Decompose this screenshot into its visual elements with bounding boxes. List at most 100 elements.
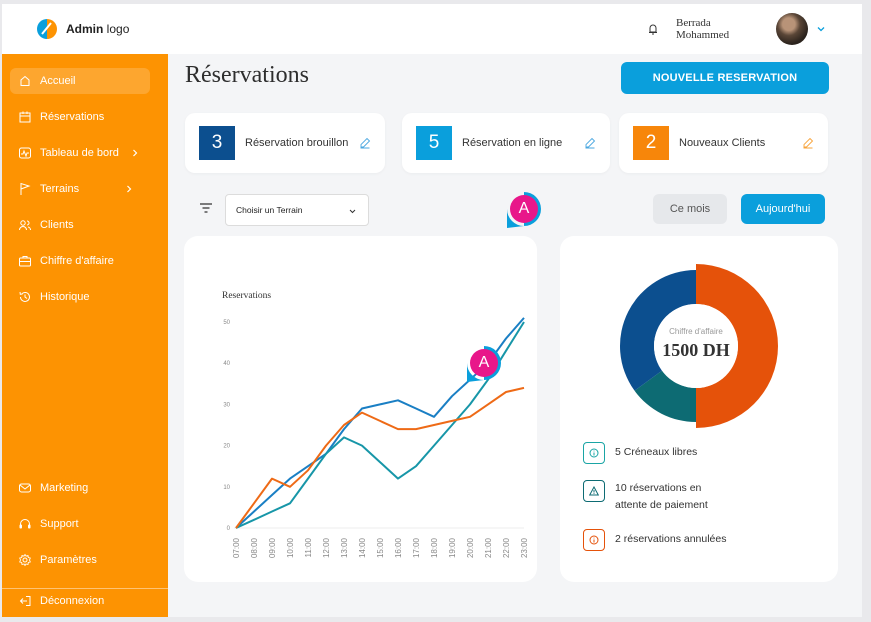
logout-button[interactable]: Déconnexion (10, 588, 150, 614)
annotation-marker: A (504, 190, 544, 230)
user-name: Berrada Mohammed (676, 17, 730, 41)
stat-value: 3 (199, 126, 235, 160)
x-tick-label: 21:00 (484, 537, 493, 558)
user-menu[interactable]: Berrada Mohammed (646, 13, 826, 45)
sidebar-item-label: Clients (40, 219, 74, 231)
sidebar-item-label: Réservations (40, 111, 105, 123)
sidebar-item-label: Tableau de bord (40, 147, 119, 159)
chevron-down-icon[interactable] (816, 24, 826, 34)
y-tick-label: 10 (223, 485, 230, 491)
x-tick-label: 16:00 (394, 537, 403, 558)
y-tick-label: 0 (227, 526, 231, 532)
sidebar: Accueil Réservations Tableau de bord Ter… (2, 54, 168, 617)
x-tick-label: 14:00 (358, 537, 367, 558)
mail-icon (19, 483, 31, 493)
stat-card-en-ligne[interactable]: 5 Réservation en ligne (402, 113, 610, 173)
donut-value: 1500 DH (662, 340, 730, 360)
avatar[interactable] (776, 13, 808, 45)
stat-label: Réservation brouillon (245, 137, 349, 149)
sidebar-item-label: Déconnexion (40, 595, 105, 607)
logo-text: Admin logo (66, 22, 130, 36)
sidebar-item-label: Chiffre d'affaire (40, 255, 114, 267)
sidebar-item-support[interactable]: Support (10, 511, 150, 537)
sidebar-item-label: Terrains (40, 183, 80, 195)
briefcase-icon (19, 256, 31, 267)
logout-icon (19, 596, 31, 606)
filter-icon[interactable] (199, 203, 213, 213)
annotation-marker: A (464, 344, 504, 384)
y-tick-label: 40 (223, 361, 230, 367)
app-window: Admin logo Berrada Mohammed Accueil Rése… (2, 4, 862, 617)
edit-icon[interactable] (802, 137, 814, 149)
x-tick-label: 09:00 (268, 537, 277, 558)
y-tick-label: 30 (223, 402, 230, 408)
flag-icon (20, 182, 31, 195)
x-tick-label: 23:00 (520, 537, 529, 558)
sidebar-item-parametres[interactable]: Paramètres (10, 547, 150, 573)
logo-icon (37, 19, 57, 39)
today-button[interactable]: Aujourd'hui (741, 194, 825, 224)
x-tick-label: 07:00 (232, 537, 241, 558)
x-tick-label: 08:00 (250, 537, 259, 558)
x-tick-label: 17:00 (412, 537, 421, 558)
new-reservation-button[interactable]: NOUVELLE RESERVATION (621, 62, 829, 94)
legend-text: 10 réservations en attente de paiement (615, 482, 708, 511)
warning-icon (583, 480, 605, 502)
edit-icon[interactable] (359, 137, 371, 149)
revenue-donut-chart: Chiffre d'affaire 1500 DH (620, 264, 778, 428)
this-month-button[interactable]: Ce mois (653, 194, 727, 224)
info-icon (583, 442, 605, 464)
page-title: Réservations (185, 62, 309, 88)
y-tick-label: 20 (223, 444, 230, 450)
stat-label: Réservation en ligne (462, 137, 563, 149)
dashboard-icon (19, 147, 31, 159)
sidebar-item-label: Support (40, 518, 79, 530)
sidebar-item-label: Marketing (40, 482, 89, 494)
sidebar-item-tableau-de-bord[interactable]: Tableau de bord (10, 140, 150, 166)
bell-icon[interactable] (646, 22, 660, 36)
calendar-icon (19, 111, 31, 123)
edit-icon[interactable] (584, 137, 596, 149)
revenue-card: Chiffre d'affaire 1500 DH 5 Créneaux libr… (560, 236, 838, 582)
legend-item-attente: 10 réservations en attente de paiement (583, 480, 735, 514)
y-tick-label: 50 (223, 320, 230, 326)
x-tick-label: 19:00 (448, 537, 457, 558)
reservations-line-chart: Reservations 0 10 20 30 40 50 07:00 08:00 09:00 10… (222, 291, 529, 558)
x-tick-label: 12:00 (322, 537, 331, 558)
x-tick-label: 13:00 (340, 537, 349, 558)
sidebar-item-label: Historique (40, 291, 90, 303)
legend-item-creneaux: 5 Créneaux libres (583, 442, 735, 464)
sidebar-item-terrains[interactable]: Terrains (10, 176, 150, 202)
chevron-right-icon (132, 149, 138, 157)
stat-value: 5 (416, 126, 452, 160)
legend-item-annulees: 2 réservations annulées (583, 529, 775, 551)
sidebar-item-historique[interactable]: Historique (10, 284, 150, 310)
sidebar-item-chiffre-daffaire[interactable]: Chiffre d'affaire (10, 248, 150, 274)
sidebar-item-marketing[interactable]: Marketing (10, 475, 150, 501)
home-icon (20, 75, 30, 86)
info-icon (583, 529, 605, 551)
users-icon (19, 220, 32, 231)
sidebar-item-accueil[interactable]: Accueil (10, 68, 150, 94)
chart-title: Reservations (222, 291, 271, 301)
x-tick-label: 22:00 (502, 537, 511, 558)
sidebar-item-clients[interactable]: Clients (10, 212, 150, 238)
admin-logo[interactable]: Admin logo (36, 18, 129, 40)
stat-card-nouveaux-clients[interactable]: 2 Nouveaux Clients (619, 113, 828, 173)
sidebar-item-reservations[interactable]: Réservations (10, 104, 150, 130)
stat-card-brouillon[interactable]: 3 Réservation brouillon (185, 113, 385, 173)
headset-icon (19, 519, 31, 529)
reservations-chart-card: Reservations 0 10 20 30 40 50 07:00 08:00 09:00 10… (184, 236, 537, 582)
x-tick-label: 15:00 (376, 537, 385, 558)
legend-text: 5 Créneaux libres (615, 446, 698, 458)
terrain-select[interactable]: Choisir un Terrain (225, 194, 369, 226)
stat-label: Nouveaux Clients (679, 137, 766, 149)
x-tick-label: 18:00 (430, 537, 439, 558)
sidebar-item-label: Paramètres (40, 554, 97, 566)
settings-icon (19, 553, 31, 567)
select-value: Choisir un Terrain (236, 205, 303, 215)
sidebar-item-label: Accueil (40, 75, 76, 87)
top-bar: Admin logo Berrada Mohammed (2, 4, 862, 54)
chevron-right-icon (127, 185, 132, 193)
x-tick-label: 10:00 (286, 537, 295, 558)
